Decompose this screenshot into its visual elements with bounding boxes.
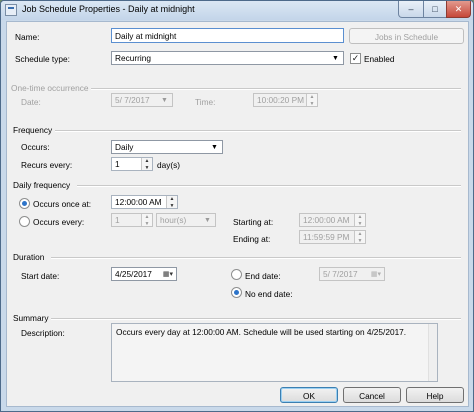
maximize-button[interactable]: □ bbox=[423, 1, 447, 18]
schedule-type-value: Recurring bbox=[115, 53, 151, 63]
dialog-body: Name: Daily at midnight Jobs in Schedule… bbox=[6, 21, 469, 407]
dialog-window: Job Schedule Properties - Daily at midni… bbox=[0, 0, 474, 412]
occurs-once-label: Occurs once at: bbox=[33, 199, 92, 209]
spinner-arrows-icon: ▲ ▼ bbox=[354, 231, 365, 243]
spinner-arrows-icon: ▲ ▼ bbox=[354, 214, 365, 226]
one-time-date-picker[interactable]: 5/ 7/2017 ▼ bbox=[111, 93, 173, 107]
ending-at-value: 11:59:59 PM bbox=[303, 232, 350, 242]
summary-divider bbox=[51, 318, 461, 320]
minimize-icon: – bbox=[408, 4, 414, 14]
chevron-down-icon: ▼ bbox=[161, 97, 168, 104]
spinner-arrows-icon: ▲ ▼ bbox=[306, 94, 317, 106]
calendar-icon: ▦▾ bbox=[162, 271, 174, 278]
starting-at-value: 12:00:00 AM bbox=[303, 215, 350, 225]
one-time-time-label: Time: bbox=[195, 97, 216, 107]
duration-divider bbox=[51, 257, 461, 259]
occurs-value: Daily bbox=[115, 142, 134, 152]
summary-section-title: Summary bbox=[13, 313, 49, 323]
description-text: Occurs every day at 12:00:00 AM. Schedul… bbox=[116, 327, 407, 337]
window-title: Job Schedule Properties - Daily at midni… bbox=[22, 4, 195, 14]
maximize-icon: □ bbox=[432, 4, 438, 14]
description-label: Description: bbox=[21, 328, 65, 338]
occurs-every-radio[interactable] bbox=[19, 216, 30, 227]
ending-at-field[interactable]: 11:59:59 PM ▲ ▼ bbox=[299, 230, 366, 244]
start-date-picker[interactable]: 4/25/2017 ▦▾ bbox=[111, 267, 177, 281]
occurs-once-time-field[interactable]: 12:00:00 AM ▲ ▼ bbox=[111, 195, 178, 209]
calendar-icon: ▦▾ bbox=[370, 271, 382, 278]
frequency-divider bbox=[55, 130, 461, 132]
one-time-date-label: Date: bbox=[21, 97, 41, 107]
dialog-icon bbox=[5, 4, 17, 16]
end-date-radio[interactable] bbox=[231, 269, 242, 280]
recurs-unit-label: day(s) bbox=[157, 160, 181, 170]
starting-at-field[interactable]: 12:00:00 AM ▲ ▼ bbox=[299, 213, 366, 227]
name-label: Name: bbox=[15, 32, 40, 42]
start-date-label: Start date: bbox=[21, 271, 60, 281]
chevron-down-icon: ▼ bbox=[211, 144, 218, 151]
recurs-every-field[interactable]: 1 ▲ ▼ bbox=[111, 157, 153, 171]
occurs-label: Occurs: bbox=[21, 142, 50, 152]
no-end-date-radio[interactable] bbox=[231, 287, 242, 298]
ending-at-label: Ending at: bbox=[233, 234, 271, 244]
close-icon: ✕ bbox=[454, 4, 463, 14]
start-date-value: 4/25/2017 bbox=[115, 269, 152, 279]
duration-section-title: Duration bbox=[13, 252, 45, 262]
occurs-select[interactable]: Daily ▼ bbox=[111, 140, 223, 154]
no-end-date-label: No end date: bbox=[245, 289, 293, 299]
occurs-once-time-value: 12:00:00 AM bbox=[115, 197, 162, 207]
enabled-checkbox[interactable]: ✓ bbox=[350, 53, 361, 64]
recurs-every-label: Recurs every: bbox=[21, 160, 73, 170]
one-time-divider bbox=[91, 88, 461, 90]
occurs-every-unit-value: hour(s) bbox=[160, 215, 187, 225]
one-time-section-title: One-time occurrence bbox=[11, 83, 89, 93]
chevron-down-icon: ▼ bbox=[332, 55, 339, 62]
close-button[interactable]: ✕ bbox=[446, 1, 471, 18]
schedule-type-select[interactable]: Recurring ▼ bbox=[111, 51, 344, 65]
chevron-down-icon: ▼ bbox=[204, 217, 211, 224]
title-bar[interactable]: Job Schedule Properties - Daily at midni… bbox=[1, 1, 473, 20]
spinner-arrows-icon: ▲ ▼ bbox=[166, 196, 177, 208]
daily-frequency-section-title: Daily frequency bbox=[13, 180, 71, 190]
schedule-type-label: Schedule type: bbox=[15, 54, 70, 64]
description-textarea[interactable]: Occurs every day at 12:00:00 AM. Schedul… bbox=[111, 323, 438, 382]
end-date-value: 5/ 7/2017 bbox=[323, 269, 358, 279]
spinner-arrows-icon: ▲ ▼ bbox=[141, 214, 152, 226]
checkmark-icon: ✓ bbox=[351, 53, 360, 63]
minimize-button[interactable]: – bbox=[398, 1, 424, 18]
occurs-every-label: Occurs every: bbox=[33, 217, 85, 227]
recurs-every-value: 1 bbox=[115, 159, 120, 169]
occurs-every-interval-value: 1 bbox=[115, 215, 120, 225]
starting-at-label: Starting at: bbox=[233, 217, 274, 227]
help-button[interactable]: Help bbox=[406, 387, 464, 403]
enabled-label: Enabled bbox=[364, 54, 395, 64]
end-date-picker[interactable]: 5/ 7/2017 ▦▾ bbox=[319, 267, 385, 281]
occurs-once-radio[interactable] bbox=[19, 198, 30, 209]
one-time-date-value: 5/ 7/2017 bbox=[115, 95, 150, 105]
frequency-section-title: Frequency bbox=[13, 125, 53, 135]
jobs-in-schedule-button[interactable]: Jobs in Schedule bbox=[349, 28, 464, 44]
daily-frequency-divider bbox=[77, 185, 461, 187]
one-time-time-value: 10:00:20 PM bbox=[257, 95, 305, 105]
description-scrollbar[interactable] bbox=[428, 324, 437, 381]
name-field[interactable]: Daily at midnight bbox=[111, 28, 344, 43]
cancel-button[interactable]: Cancel bbox=[343, 387, 401, 403]
occurs-every-interval-field[interactable]: 1 ▲ ▼ bbox=[111, 213, 153, 227]
ok-button[interactable]: OK bbox=[280, 387, 338, 403]
end-date-label: End date: bbox=[245, 271, 281, 281]
one-time-time-field[interactable]: 10:00:20 PM ▲ ▼ bbox=[253, 93, 318, 107]
occurs-every-unit-select[interactable]: hour(s) ▼ bbox=[156, 213, 216, 227]
spinner-arrows-icon: ▲ ▼ bbox=[141, 158, 152, 170]
